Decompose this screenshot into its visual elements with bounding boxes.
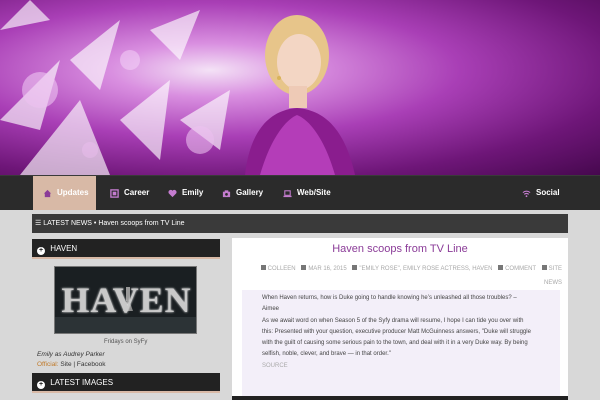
quote-line: selfish, noble, clever, and brave — in t… [262, 351, 391, 358]
widget-title: HAVEN [50, 244, 78, 253]
nav-label: Career [124, 188, 150, 197]
nav-social[interactable]: Social [512, 176, 568, 210]
camera-icon [222, 189, 231, 198]
haven-logo-image[interactable]: HAVEN [54, 266, 197, 334]
comment-icon [498, 265, 504, 270]
official-site-link[interactable]: Site [60, 361, 71, 368]
ticker-headline-link[interactable]: Haven scoops from TV Line [98, 220, 184, 227]
header-banner [0, 0, 600, 175]
post-date: MAR 16, 2015 [308, 266, 347, 272]
nav-website[interactable]: Web/Site [273, 176, 339, 210]
main-nav: Updates Career Emily Gallery Web/Site So… [0, 175, 600, 210]
source-link[interactable]: SOURCE [262, 361, 560, 372]
widget-title: LATEST IMAGES [50, 378, 114, 387]
quote-line: with the guilt of causing some serious p… [262, 340, 528, 347]
nav-label: Web/Site [297, 188, 331, 197]
nav-career[interactable]: Career [100, 176, 160, 210]
quote-line: When Haven returns, how is Duke going to… [262, 295, 517, 301]
nav-label: Gallery [236, 188, 264, 197]
post-blockquote: When Haven returns, how is Duke going to… [242, 290, 560, 400]
quote-line: Aimee [262, 306, 280, 313]
folder-icon [541, 265, 547, 270]
haven-logo-text: HAVEN [61, 280, 192, 320]
next-post-strip [232, 396, 568, 400]
film-icon [110, 188, 119, 198]
role-caption: Emily as Audrey Parker [37, 351, 105, 358]
link-separator: | [73, 361, 76, 368]
wifi-icon [522, 189, 531, 198]
official-label: Official: [37, 361, 59, 368]
post-card: Haven scoops from TV Line COLLEEN MAR 16… [232, 238, 568, 400]
latest-images-header: + LATEST IMAGES [32, 373, 220, 393]
laptop-icon [283, 189, 292, 198]
post-meta: COLLEEN MAR 16, 2015 "EMILY ROSE", EMILY… [238, 262, 562, 290]
haven-widget-body: HAVEN Fridays on SyFy Emily as Audrey Pa… [32, 261, 220, 373]
post-category[interactable]: SITE NEWS [544, 266, 562, 286]
schedule-caption: Fridays on SyFy [104, 339, 148, 345]
tag-icon [352, 265, 358, 270]
quote-line: this: Presented with your question, exec… [262, 328, 531, 335]
ticker-prefix: ☰ LATEST NEWS • [35, 220, 97, 227]
user-icon [260, 265, 266, 270]
nav-gallery[interactable]: Gallery [212, 176, 272, 210]
nav-label: Emily [182, 188, 204, 197]
nav-updates[interactable]: Updates [33, 176, 96, 210]
post-author[interactable]: COLLEEN [268, 266, 296, 272]
home-icon [43, 189, 52, 198]
nav-label: Social [536, 188, 560, 197]
heart-icon [168, 189, 177, 198]
latest-news-ticker: ☰ LATEST NEWS • Haven scoops from TV Lin… [32, 214, 568, 233]
post-tags[interactable]: "EMILY ROSE", EMILY ROSE ACTRESS, HAVEN [359, 266, 492, 272]
nav-label: Updates [57, 188, 89, 197]
post-comment-link[interactable]: COMMENT [505, 266, 536, 272]
official-links: Official: Site | Facebook [37, 361, 105, 368]
quote-line: As we await word on when Season 5 of the… [262, 317, 524, 324]
calendar-icon [301, 265, 307, 270]
nav-emily[interactable]: Emily [158, 176, 210, 210]
actress-photo [245, 15, 355, 175]
post-title[interactable]: Haven scoops from TV Line [232, 243, 568, 255]
plus-circle-icon: + [37, 247, 45, 255]
haven-widget-header: + HAVEN [32, 239, 220, 259]
facebook-link[interactable]: Facebook [77, 361, 106, 368]
plus-circle-icon: + [37, 381, 45, 389]
